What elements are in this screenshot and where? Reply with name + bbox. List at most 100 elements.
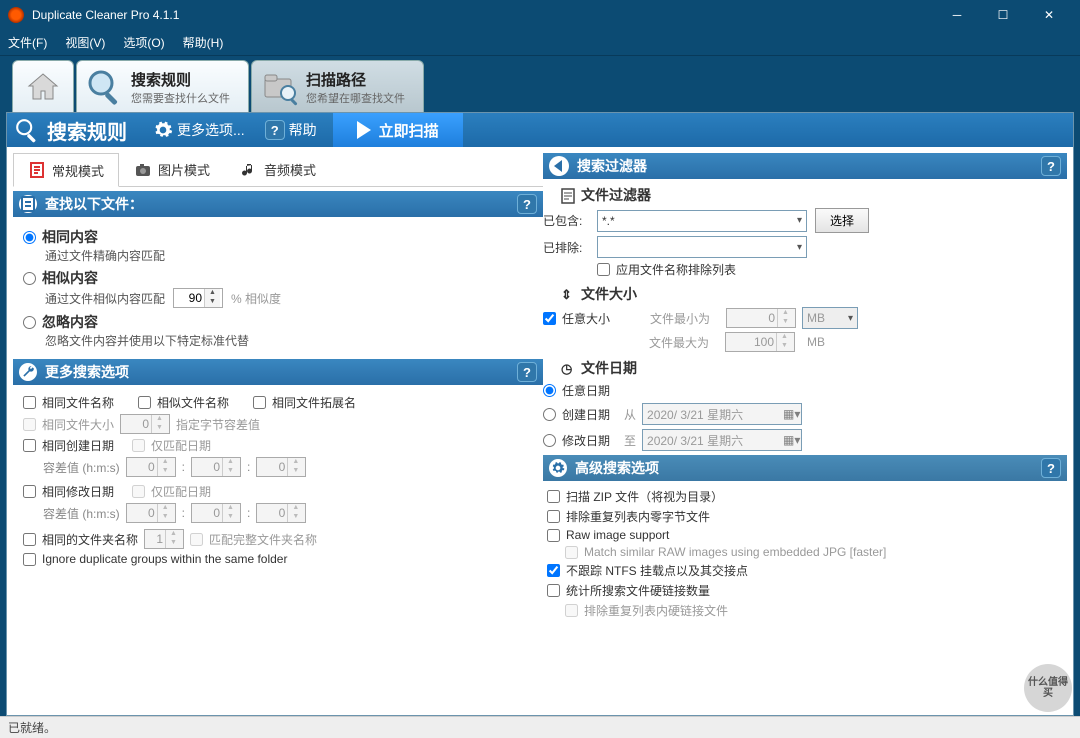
- minimize-button[interactable]: ─: [934, 0, 980, 30]
- calendar-icon: ▦▾: [783, 407, 797, 421]
- radio-modified-date[interactable]: [543, 434, 556, 447]
- chk-raw-support[interactable]: [547, 529, 560, 542]
- menubar: 文件(F) 视图(V) 选项(O) 帮助(H): [0, 30, 1080, 56]
- document-icon: [561, 188, 575, 202]
- panel-toolbar: 搜索规则 更多选项... ? 帮助 立即扫描: [7, 113, 1073, 147]
- toolbar-title: 搜索规则: [47, 116, 127, 145]
- radio-any-date[interactable]: [543, 384, 556, 397]
- watermark-badge: 什么值得买: [1024, 664, 1072, 712]
- menu-file[interactable]: 文件(F): [8, 34, 47, 51]
- included-filter-input[interactable]: *.*▾: [597, 210, 807, 232]
- chk-apply-exclude-list[interactable]: [597, 263, 610, 276]
- desc-ignore-content: 忽略文件内容并使用以下特定标准代替: [45, 332, 533, 349]
- close-button[interactable]: ✕: [1026, 0, 1072, 30]
- help-icon[interactable]: ?: [517, 194, 537, 214]
- radio-ignore-content[interactable]: [23, 316, 36, 329]
- chk-same-extension[interactable]: [253, 396, 266, 409]
- play-icon: [357, 121, 371, 139]
- mode-tab-audio[interactable]: 音频模式: [225, 153, 331, 186]
- chk-raw-match-jpg: [565, 546, 578, 559]
- menu-view[interactable]: 视图(V): [65, 34, 105, 51]
- toolbar-help-button[interactable]: ? 帮助: [255, 120, 327, 140]
- more-options-button[interactable]: 更多选项...: [143, 120, 255, 140]
- status-text: 已就绪。: [8, 719, 56, 736]
- tab-rules-sub: 您需要查找什么文件: [131, 90, 230, 106]
- label-ignore-content: 忽略内容: [42, 312, 98, 332]
- chk-exclude-zero[interactable]: [547, 510, 560, 523]
- label-included: 已包含:: [543, 212, 589, 229]
- chk-same-filename[interactable]: [23, 396, 36, 409]
- desc-similar-content: 通过文件相似内容匹配: [45, 290, 165, 307]
- chk-scan-zip[interactable]: [547, 490, 560, 503]
- tab-search-rules[interactable]: 搜索规则 您需要查找什么文件: [76, 60, 249, 113]
- chk-same-created[interactable]: [23, 439, 36, 452]
- chk-same-folder-name[interactable]: [23, 533, 36, 546]
- file-filter-label: 文件过滤器: [561, 185, 1067, 205]
- status-bar: 已就绪。: [0, 716, 1080, 738]
- min-size-unit: MB▾: [802, 307, 858, 329]
- calendar-icon: ▦▾: [783, 433, 797, 447]
- more-search-options-body: 相同文件名称 相似文件名称 相同文件拓展名 相同文件大小 ▲▼ 指定字节容差值: [13, 385, 543, 575]
- min-size-spinner: ▲▼: [726, 308, 796, 328]
- main-tabs: 搜索规则 您需要查找什么文件 扫描路径 您希望在哪查找文件: [6, 60, 1074, 113]
- radio-similar-content[interactable]: [23, 272, 36, 285]
- window-title: Duplicate Cleaner Pro 4.1.1: [32, 8, 934, 22]
- tol-s-1: ▲▼: [256, 457, 306, 477]
- excluded-filter-input[interactable]: ▾: [597, 236, 807, 258]
- label-max-size: 文件最大为: [649, 334, 719, 351]
- chk-ntfs-junctions[interactable]: [547, 564, 560, 577]
- mode-tab-image[interactable]: 图片模式: [119, 153, 225, 186]
- chk-same-modified[interactable]: [23, 485, 36, 498]
- chk-only-date-2: [132, 485, 145, 498]
- content-area: 搜索规则 您需要查找什么文件 扫描路径 您希望在哪查找文件 搜索规则: [0, 56, 1080, 716]
- help-icon[interactable]: ?: [1041, 156, 1061, 176]
- radio-same-content[interactable]: [23, 231, 36, 244]
- magnifier-icon: [85, 67, 125, 107]
- file-date-label: 文件日期: [561, 358, 1067, 378]
- chk-hardlink-count[interactable]: [547, 584, 560, 597]
- tab-scan-paths[interactable]: 扫描路径 您希望在哪查找文件: [251, 60, 424, 113]
- max-size-spinner: ▲▼: [725, 332, 795, 352]
- help-icon: ?: [265, 120, 285, 140]
- help-icon[interactable]: ?: [1041, 458, 1061, 478]
- tol-s-2: ▲▼: [256, 503, 306, 523]
- camera-icon: [134, 161, 152, 179]
- tol-m-1: ▲▼: [191, 457, 241, 477]
- left-column: 常规模式 图片模式 音频模式: [13, 153, 543, 709]
- label-max-unit: MB: [807, 335, 825, 349]
- menu-help[interactable]: 帮助(H): [183, 34, 224, 51]
- right-column: 搜索过滤器 ? 文件过滤器 已包含: *.*▾ 选择: [543, 153, 1067, 709]
- similarity-spinner[interactable]: ▲▼: [173, 288, 223, 308]
- mode-tabs: 常规模式 图片模式 音频模式: [13, 153, 543, 187]
- select-filter-button[interactable]: 选择: [815, 208, 869, 233]
- collapse-icon[interactable]: [549, 156, 569, 176]
- help-icon[interactable]: ?: [517, 362, 537, 382]
- advanced-search-header: 高级搜索选项 ?: [543, 455, 1067, 481]
- chk-ignore-groups-same-folder[interactable]: [23, 553, 36, 566]
- scan-now-button[interactable]: 立即扫描: [333, 113, 463, 147]
- tol-h-1: ▲▼: [126, 457, 176, 477]
- clock-icon: [561, 361, 575, 375]
- find-files-header: .doc-icon::before,.doc-icon::after{backg…: [13, 191, 543, 217]
- tol-m-2: ▲▼: [191, 503, 241, 523]
- menu-options[interactable]: 选项(O): [123, 34, 164, 51]
- label-min-size: 文件最小为: [650, 310, 720, 327]
- search-filter-header: 搜索过滤器 ?: [543, 153, 1067, 179]
- chk-similar-filename[interactable]: [138, 396, 151, 409]
- label-similar-content: 相似内容: [42, 268, 98, 288]
- document-red-icon: [28, 161, 46, 179]
- radio-created-date[interactable]: [543, 408, 556, 421]
- mode-tab-normal[interactable]: 常规模式: [13, 153, 119, 187]
- tab-paths-sub: 您希望在哪查找文件: [306, 90, 405, 106]
- file-size-label: 文件大小: [561, 284, 1067, 304]
- app-icon: [8, 7, 24, 23]
- chk-match-full-folder: [190, 533, 203, 546]
- tab-home[interactable]: [12, 60, 74, 113]
- app-window: Duplicate Cleaner Pro 4.1.1 ─ ☐ ✕ 文件(F) …: [0, 0, 1080, 738]
- main-panel: 搜索规则 更多选项... ? 帮助 立即扫描: [6, 112, 1074, 716]
- chk-exclude-hardlinks: [565, 604, 578, 617]
- maximize-button[interactable]: ☐: [980, 0, 1026, 30]
- chk-any-size[interactable]: [543, 312, 556, 325]
- folder-depth-spinner: ▲▼: [144, 529, 184, 549]
- chk-only-date-1: [132, 439, 145, 452]
